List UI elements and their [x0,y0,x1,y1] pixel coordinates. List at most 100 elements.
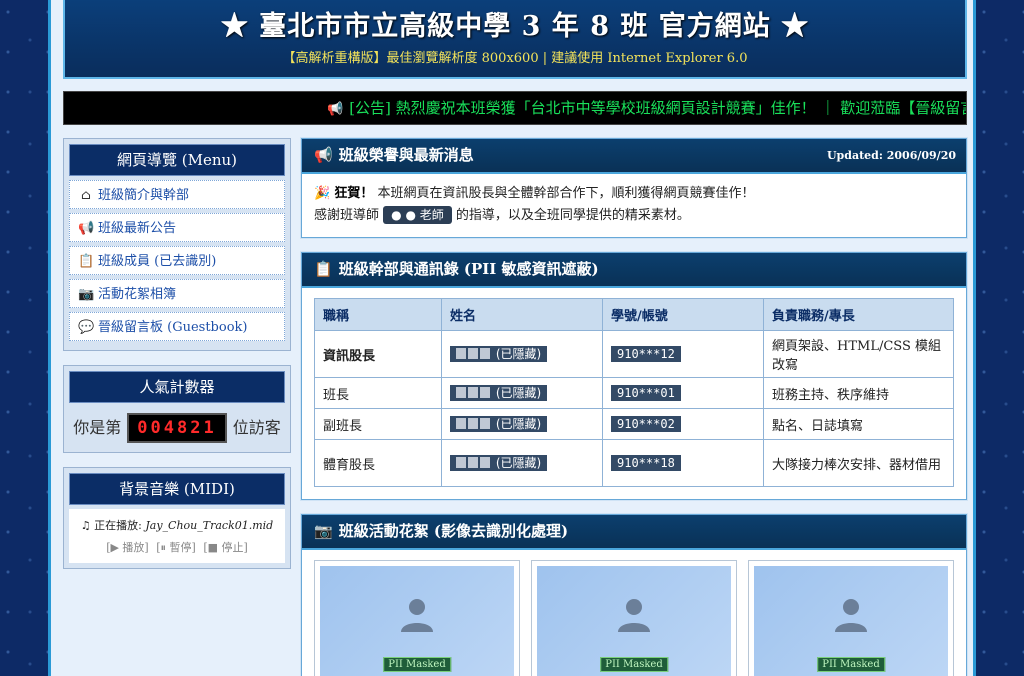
pii-masked-badge: PII Masked [600,657,668,672]
news-line-2: 感謝班導師 ● ● 老師 的指導，以及全班同學提供的精采素材。 [314,205,954,227]
sidebar: 網頁導覽 (Menu) ⌂ 班級簡介與幹部 📢 班級最新公告 📋 班級成員 (已去識別) 📷… [63,138,291,583]
main-content: 📢 班級榮譽與最新消息 Updated: 2006/09/20 🎉 狂賀！ 本班網… [301,138,967,676]
sidebar-nav-item[interactable]: 💬 晉級留言板 (Guestbook) [69,312,285,341]
music-note-icon: ♫ [80,519,91,532]
duty-cell: 班務主持、秩序維持 [763,377,954,409]
gallery-title: 班級活動花絮 (影像去識別化處理) [338,522,569,540]
sidebar-nav-item[interactable]: 📢 班級最新公告 [69,213,285,242]
nav-title: 網頁導覽 (Menu) [69,144,285,176]
music-controls: [▶ 播放] [⏸ 暫停] [■ 停止] [73,539,281,555]
gallery-header: 📷 班級活動花絮 (影像去識別化處理) [302,515,966,550]
person-icon [401,599,433,632]
news-title: 班級榮譽與最新消息 [338,146,474,164]
news-text-2-prefix: 感謝班導師 [314,208,380,223]
id-cell: 910***01 [602,377,764,409]
stop-button[interactable]: [■ 停止] [203,541,247,554]
photo-placeholder: PII Masked [320,566,514,676]
name-masked: (已隱藏) [450,385,548,401]
gallery-photo[interactable]: PII Masked [748,560,954,676]
counter-row: 你是第 004821 位訪客 [69,407,285,447]
person-icon [835,599,867,632]
name-cell: (已隱藏) [441,439,603,487]
id-cell: 910***12 [602,330,764,378]
role-cell: 資訊股長 [314,330,442,378]
gallery-photo[interactable]: PII Masked [314,560,520,676]
background-left [0,0,48,676]
roster-header: 📋 班級幹部與通訊錄 (PII 敏感資訊遮蔽) [302,253,966,288]
site-header: ★ 臺北市市立高級中學 3 年 8 班 官方網站 ★ 【高解析重構版】最佳瀏覽解… [63,0,967,79]
megaphone-icon: 📢 [78,221,95,236]
gallery-panel: 📷 班級活動花絮 (影像去識別化處理) PII Masked PII Masked P… [301,514,967,676]
table-row: 資訊股長 (已隱藏) 910***12 網頁架設、HTML/CSS 模組改寫 [314,330,954,378]
roster-panel: 📋 班級幹部與通訊錄 (PII 敏感資訊遮蔽) 職稱 姓名 學號/帳號 負責職務/… [301,252,967,500]
name-hidden-label: (已隱藏) [495,347,542,361]
name-cell: (已隱藏) [441,408,603,440]
table-row: 班長 (已隱藏) 910***01 班務主持、秩序維持 [314,377,954,409]
marquee-content: 📢 [公告] 熱烈慶祝本班榮獲「台北市中等學校班級網頁設計競賽」佳作！ ｜ 歡迎蒞… [327,92,966,124]
play-button[interactable]: [▶ 播放] [106,541,149,554]
name-hidden-label: (已隱藏) [495,417,542,431]
megaphone-icon: 📢 [314,146,333,164]
name-masked: (已隱藏) [450,455,548,471]
photo-placeholder: PII Masked [754,566,948,676]
news-text-1: 本班網頁在資訊股長與全體幹部合作下，順利獲得網頁競賽佳作！ [377,186,755,201]
sidebar-nav-item[interactable]: 📷 活動花絮相簿 [69,279,285,308]
id-masked: 910***01 [611,385,681,401]
updated-date: Updated: 2006/09/20 [826,149,956,162]
party-popper-icon: 🎉 [314,186,331,201]
gallery-list: PII Masked PII Masked PII Masked [302,550,966,676]
name-hidden-label: (已隱藏) [495,386,542,400]
col-header-duty: 負責職務/專長 [763,298,954,331]
clipboard-icon: 📋 [78,254,95,269]
id-cell: 910***02 [602,408,764,440]
pause-button[interactable]: [⏸ 暫停] [156,541,196,554]
site-subtitle: 【高解析重構版】最佳瀏覽解析度 800x600 | 建議使用 Internet … [282,51,748,66]
sidebar-nav-item[interactable]: 📋 班級成員 (已去識別) [69,246,285,275]
duty-cell: 大隊接力棒次安排、器材借用 [763,439,954,487]
roster-table: 職稱 姓名 學號/帳號 負責職務/專長 資訊股長 (已隱藏) 910***12 網頁… [314,298,954,487]
table-row: 體育股長 (已隱藏) 910***18 大隊接力棒次安排、器材借用 [314,439,954,487]
pii-masked-badge: PII Masked [817,657,885,672]
news-header: 📢 班級榮譽與最新消息 Updated: 2006/09/20 [302,139,966,174]
nav-item-label: 班級簡介與幹部 [98,188,190,203]
news-panel: 📢 班級榮譽與最新消息 Updated: 2006/09/20 🎉 狂賀！ 本班網… [301,138,967,238]
camera-icon: 📷 [314,522,333,540]
counter-box: 人氣計數器 你是第 004821 位訪客 [63,365,291,453]
col-header-role: 職稱 [314,298,442,331]
nav-item-label: 班級最新公告 [98,221,177,236]
table-row: 副班長 (已隱藏) 910***02 點名、日誌填寫 [314,408,954,440]
duty-cell: 網頁架設、HTML/CSS 模組改寫 [763,330,954,378]
nav-item-label: 活動花絮相簿 [98,287,177,302]
gallery-photo[interactable]: PII Masked [531,560,737,676]
nav-box: 網頁導覽 (Menu) ⌂ 班級簡介與幹部 📢 班級最新公告 📋 班級成員 (已去識別) 📷… [63,138,291,351]
col-header-name: 姓名 [441,298,603,331]
announcement-marquee[interactable]: 📢 [公告] 熱烈慶祝本班榮獲「台北市中等學校班級網頁設計競賽」佳作！ ｜ 歡迎蒞… [63,91,967,125]
name-hidden-label: (已隱藏) [495,456,542,470]
sidebar-nav-item[interactable]: ⌂ 班級簡介與幹部 [69,180,285,209]
roster-table-wrap: 職稱 姓名 學號/帳號 負責職務/專長 資訊股長 (已隱藏) 910***12 網頁… [302,288,966,499]
now-playing: ♫ 正在播放: Jay_Chou_Track01.mid [73,517,281,533]
music-box: 背景音樂 (MIDI) ♫ 正在播放: Jay_Chou_Track01.mid… [63,467,291,569]
teacher-name-masked: ● ● 老師 [383,206,452,224]
music-title: 背景音樂 (MIDI) [69,473,285,505]
counter-suffix: 位訪客 [232,418,281,437]
news-line-1: 🎉 狂賀！ 本班網頁在資訊股長與全體幹部合作下，順利獲得網頁競賽佳作！ [314,183,954,205]
nav-list: ⌂ 班級簡介與幹部 📢 班級最新公告 📋 班級成員 (已去識別) 📷 活動花絮相簿 💬 晉級留言板… [69,180,285,341]
pii-masked-badge: PII Masked [383,657,451,672]
id-masked: 910***02 [611,416,681,432]
duty-cell: 點名、日誌填寫 [763,408,954,440]
clipboard-icon: 📋 [314,260,333,278]
col-header-id: 學號/帳號 [602,298,764,331]
speech-bubble-icon: 💬 [78,320,95,335]
background-right [976,0,1024,676]
role-cell: 副班長 [314,408,442,440]
track-name: Jay_Chou_Track01.mid [145,519,274,532]
news-body: 🎉 狂賀！ 本班網頁在資訊股長與全體幹部合作下，順利獲得網頁競賽佳作！ 感謝班導… [302,174,966,237]
page-container: ★ 臺北市市立高級中學 3 年 8 班 官方網站 ★ 【高解析重構版】最佳瀏覽解… [48,0,976,676]
id-masked: 910***12 [611,346,681,362]
house-icon: ⌂ [81,188,91,203]
name-masked: (已隱藏) [450,346,548,362]
name-masked: (已隱藏) [450,416,548,432]
role-cell: 班長 [314,377,442,409]
person-icon [618,599,650,632]
